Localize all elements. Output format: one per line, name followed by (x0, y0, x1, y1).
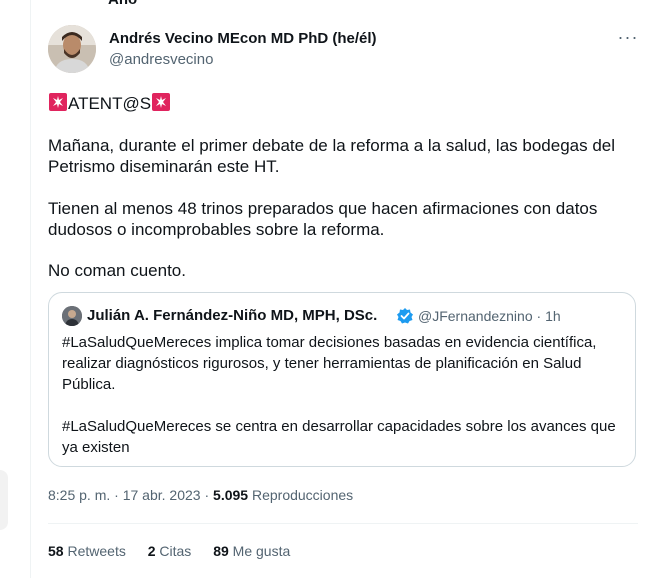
more-options-button[interactable]: ··· (612, 26, 644, 50)
scroll-edge (0, 470, 8, 530)
quoted-author-avatar[interactable] (62, 306, 82, 326)
verified-badge-icon (396, 307, 414, 325)
retweets-label: Retweets (67, 543, 126, 559)
quoted-paragraph-2: #LaSaludQueMereces se centra en desarrol… (62, 418, 616, 456)
engagement-stats: 58 Retweets 2 Citas 89 Me gusta (48, 543, 308, 559)
tweet-paragraph-3: No coman cuento. (48, 261, 186, 280)
divider (48, 523, 638, 524)
quoted-tweet-card[interactable]: Julián A. Fernández-Niño MD, MPH, DSc. @… (48, 292, 636, 467)
quoted-time[interactable]: 1h (545, 308, 561, 324)
author-handle[interactable]: @andresvecino (109, 51, 213, 68)
alert-text: ATENT@S (68, 94, 152, 113)
author-name[interactable]: Andrés Vecino MEcon MD PhD (he/él) (109, 30, 377, 47)
views-count: 5.095 (213, 487, 249, 503)
likes-stat[interactable]: 89 Me gusta (213, 543, 290, 559)
tweet-paragraph-2: Tienen al menos 48 trinos preparados que… (48, 199, 598, 239)
quoted-paragraph-1: #LaSaludQueMereces implica tomar decisio… (62, 334, 597, 393)
rotating-light-icon (151, 92, 171, 117)
cropped-header-text: Ano (108, 0, 137, 8)
tweet-paragraph-1: Mañana, durante el primer debate de la r… (48, 136, 616, 176)
quotes-stat[interactable]: 2 Citas (148, 543, 192, 559)
quoted-author-name[interactable]: Julián A. Fernández-Niño MD, MPH, DSc. (87, 307, 377, 324)
views-label: Reproducciones (251, 487, 354, 503)
meta-separator: · (204, 487, 210, 503)
quoted-meta: @JFernandeznino · 1h (418, 308, 561, 324)
author-avatar[interactable] (48, 25, 96, 73)
likes-count: 89 (213, 543, 229, 559)
quotes-count: 2 (147, 543, 156, 559)
retweets-count: 58 (48, 543, 64, 559)
retweets-stat[interactable]: 58 Retweets (48, 543, 126, 559)
quotes-label: Citas (159, 543, 192, 559)
tweet-date[interactable]: 17 abr. 2023 (123, 487, 201, 503)
column-border (30, 0, 31, 578)
meta-separator: · (536, 308, 542, 324)
tweet-timestamp: 8:25 p. m. · 17 abr. 2023 · 5.095 Reprod… (48, 487, 353, 503)
meta-separator: · (114, 487, 119, 503)
rotating-light-icon (48, 92, 68, 117)
quoted-author-handle[interactable]: @JFernandeznino (418, 308, 533, 324)
alert-line: ATENT@S (48, 92, 638, 117)
likes-label: Me gusta (232, 543, 291, 559)
tweet-time[interactable]: 8:25 p. m. (48, 487, 110, 503)
